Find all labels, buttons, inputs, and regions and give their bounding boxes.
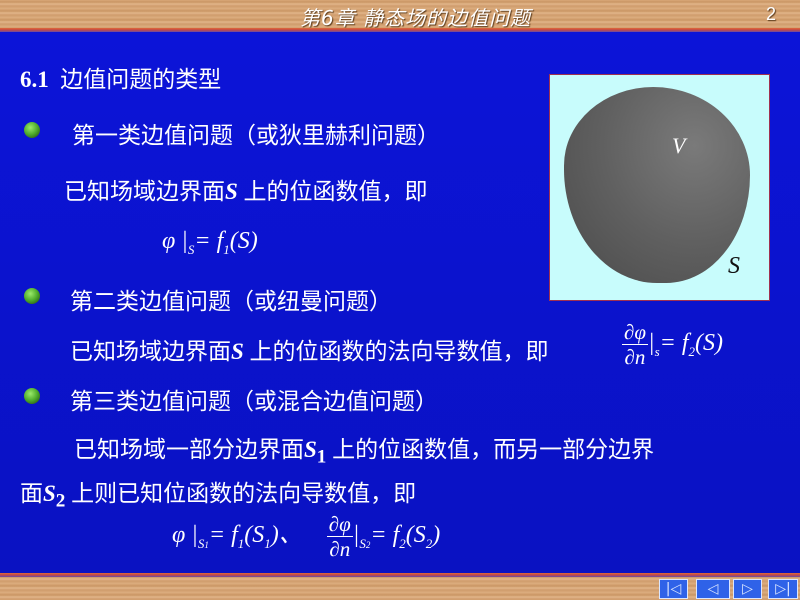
previous-slide-button[interactable]: ◁ bbox=[696, 579, 730, 599]
boundary-figure: V S bbox=[549, 74, 770, 301]
slide-header: 第6章 静态场的边值问题 2 bbox=[0, 0, 800, 32]
item-2-description: 已知场域边界面S 上的位函数的法向导数值，即 bbox=[70, 339, 549, 364]
page-number: 2 bbox=[766, 4, 777, 24]
item-3-line-2: 面S2 上则已知位函数的法向导数值，即 bbox=[20, 481, 417, 512]
next-slide-button[interactable]: ▷ bbox=[733, 579, 762, 599]
section-number: 6.1 bbox=[20, 67, 49, 92]
item-1-heading: 第一类边值问题（或狄里赫利问题） bbox=[72, 123, 440, 148]
bullet-icon bbox=[24, 388, 40, 404]
item-3-line-1: 已知场域一部分边界面S1 上的位函数值，而另一部分边界 bbox=[74, 437, 655, 468]
volume-label: V bbox=[672, 133, 686, 158]
skip-back-icon: |◁ bbox=[665, 581, 682, 597]
dirichlet-formula: φ |S= f1(S) bbox=[162, 228, 258, 257]
item-2-heading: 第二类边值问题（或纽曼问题） bbox=[70, 289, 392, 314]
section-heading: 边值问题的类型 bbox=[60, 67, 222, 92]
arrow-left-icon: ◁ bbox=[707, 581, 719, 597]
footer-divider bbox=[0, 573, 800, 577]
arrow-right-icon: ▷ bbox=[742, 581, 753, 597]
section-title: 6.1 边值问题的类型 bbox=[20, 60, 221, 94]
mixed-formula: φ |S1= f1(S1)、 ∂φ ∂n |S2= f2(S2) bbox=[172, 512, 441, 561]
first-slide-button[interactable]: |◁ bbox=[659, 579, 688, 599]
bullet-icon bbox=[24, 122, 40, 138]
last-slide-button[interactable]: ▷| bbox=[768, 579, 798, 599]
volume-region bbox=[564, 87, 750, 283]
item-3-heading: 第三类边值问题（或混合边值问题） bbox=[70, 389, 438, 414]
bullet-icon bbox=[24, 288, 40, 304]
neumann-formula: ∂φ ∂n |s= f2(S) bbox=[622, 320, 724, 369]
chapter-title: 第6章 静态场的边值问题 bbox=[300, 6, 532, 30]
item-1-description: 已知场域边界面S 上的位函数值，即 bbox=[64, 179, 428, 204]
surface-label: S bbox=[728, 253, 740, 279]
skip-forward-icon: ▷| bbox=[775, 581, 791, 597]
